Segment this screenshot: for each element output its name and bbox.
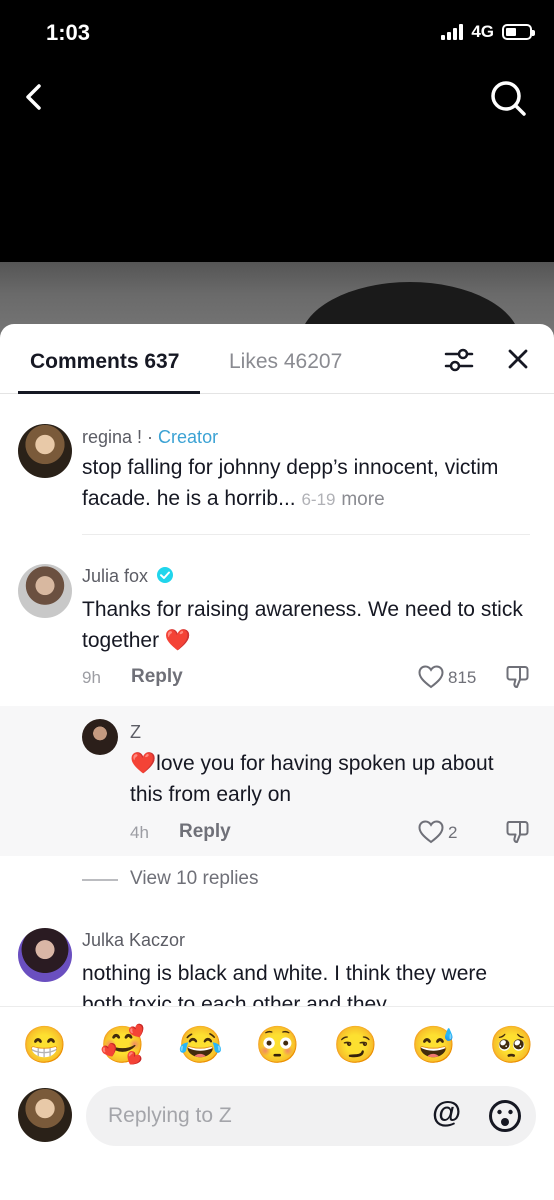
avatar[interactable] [18,424,72,478]
emoji-sweat-smile[interactable]: 😅 [411,1025,456,1065]
divider [82,534,530,535]
reply-time: 4h [130,823,149,842]
signal-icon [441,24,464,40]
comment-username[interactable]: Julka Kaczor [82,930,185,951]
emoji-flushed[interactable]: 😳 [255,1025,300,1065]
avatar[interactable] [18,564,72,618]
emoji-quick-bar: 😁 🥰 😂 😳 😏 😅 🥺 [0,1006,554,1086]
tab-likes[interactable]: Likes 46207 [229,350,342,374]
view-replies-button[interactable]: View 10 replies [130,868,259,890]
status-indicators: 4G [441,22,535,42]
heart-emoji: ❤️ [164,629,192,652]
view-replies-divider [82,879,118,881]
comment-time: 9h [82,668,101,687]
like-icon[interactable] [418,820,444,849]
emoji-tears-of-joy[interactable]: 😂 [178,1025,223,1065]
comment-text[interactable]: Thanks for raising awareness. We need to… [82,594,532,656]
reply-text[interactable]: ❤️love you for having spoken up about th… [130,748,520,810]
comment-date: 6-19 [301,490,336,509]
like-icon[interactable] [418,665,444,694]
reply-input-row: @ [0,1086,554,1200]
search-icon[interactable] [488,78,528,118]
status-bar: 1:03 4G [0,0,554,62]
reply-button[interactable]: Reply [179,821,231,843]
tab-comments[interactable]: Comments 637 [30,350,179,374]
tab-bar: Comments 637 Likes 46207 [0,324,554,394]
emoji-smirk[interactable]: 😏 [333,1025,378,1065]
mention-button[interactable]: @ [432,1096,461,1130]
comments-sheet: Comments 637 Likes 46207 regina ! · Crea… [0,324,554,1200]
heart-emoji: ❤️ [130,752,157,775]
like-count: 2 [448,823,458,842]
comment-username[interactable]: Julia fox [82,566,174,589]
status-time: 1:03 [46,20,91,45]
avatar[interactable] [18,928,72,982]
comment-username[interactable]: regina ! · Creator [82,427,218,448]
reply-button[interactable]: Reply [131,666,183,688]
emoji-grin[interactable]: 😁 [22,1025,67,1065]
battery-icon [502,24,535,40]
emoji-picker-icon[interactable] [488,1099,522,1133]
reply-thread: Z ❤️love you for having spoken up about … [0,706,554,856]
reply-username[interactable]: Z [130,722,141,743]
creator-badge: Creator [158,427,219,447]
network-type: 4G [471,22,494,41]
verified-icon [156,566,174,589]
more-link[interactable]: more [341,489,384,510]
back-icon[interactable] [18,80,52,114]
avatar[interactable] [82,719,118,755]
close-icon[interactable] [505,346,531,372]
dislike-icon[interactable] [505,664,531,695]
comment-text[interactable]: stop falling for johnny depp’s innocent,… [82,452,522,515]
emoji-pleading[interactable]: 🥺 [489,1025,534,1065]
filter-icon[interactable] [444,346,474,374]
my-avatar[interactable] [18,1088,72,1142]
dislike-icon[interactable] [505,819,531,850]
active-tab-indicator [18,391,200,394]
like-count: 815 [448,668,477,687]
emoji-smiling-hearts[interactable]: 🥰 [100,1025,145,1065]
reply-input[interactable] [86,1086,536,1146]
